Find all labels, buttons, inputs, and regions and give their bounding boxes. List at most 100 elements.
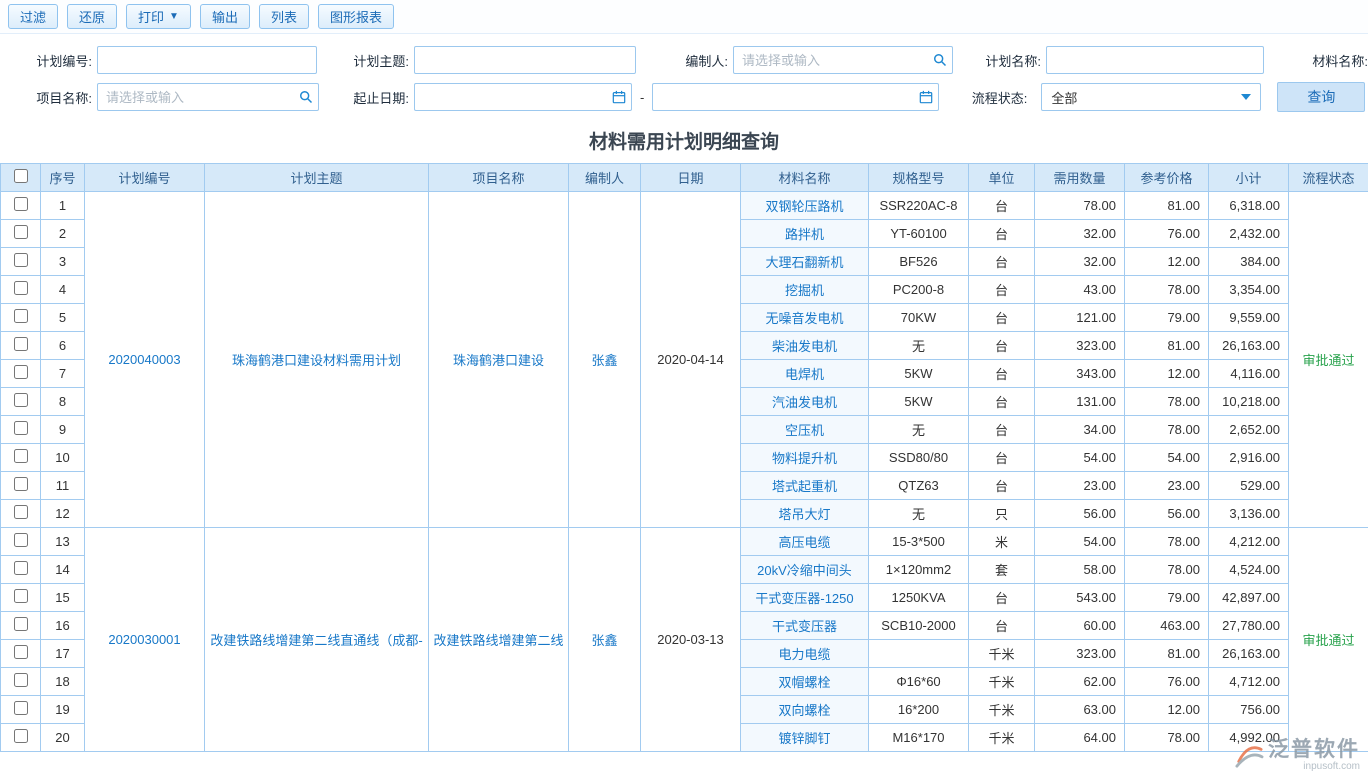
subtotal: 4,712.00	[1209, 668, 1289, 696]
material-name-link[interactable]: 镀锌脚钉	[741, 724, 869, 752]
row-select-cell	[1, 388, 41, 416]
plan-subject-label: 计划主题:	[343, 51, 409, 70]
row-checkbox[interactable]	[14, 253, 28, 267]
calendar-icon[interactable]	[607, 90, 631, 104]
row-checkbox[interactable]	[14, 449, 28, 463]
table-header-row: 序号 计划编号 计划主题 项目名称 编制人 日期 材料名称 规格型号 单位 需用…	[1, 164, 1368, 192]
query-button[interactable]: 查询	[1277, 82, 1365, 112]
reference-price: 78.00	[1125, 416, 1209, 444]
material-name-link[interactable]: 电焊机	[741, 360, 869, 388]
end-date-input[interactable]	[653, 84, 914, 110]
spec-model: PC200-8	[869, 276, 969, 304]
required-qty: 32.00	[1035, 248, 1125, 276]
filter-button[interactable]: 过滤	[8, 4, 58, 29]
search-icon[interactable]	[294, 90, 318, 104]
subtotal: 26,163.00	[1209, 640, 1289, 668]
material-name-link[interactable]: 双钢轮压路机	[741, 192, 869, 220]
row-checkbox[interactable]	[14, 393, 28, 407]
row-checkbox[interactable]	[14, 337, 28, 351]
material-name-link[interactable]: 高压电缆	[741, 528, 869, 556]
project-name-link[interactable]: 改建铁路线增建第二线	[429, 528, 569, 752]
calendar-icon[interactable]	[914, 90, 938, 104]
row-checkbox[interactable]	[14, 645, 28, 659]
subtotal: 529.00	[1209, 472, 1289, 500]
compiler-link[interactable]: 张鑫	[569, 192, 641, 528]
col-header-qty: 需用数量	[1035, 164, 1125, 192]
start-date-input[interactable]	[415, 84, 607, 110]
row-number: 7	[41, 360, 85, 388]
search-icon[interactable]	[928, 53, 952, 67]
flow-status: 审批通过	[1289, 528, 1368, 752]
print-button[interactable]: 打印▼	[126, 4, 191, 29]
plan-subject-link[interactable]: 改建铁路线增建第二线直通线（成都-	[205, 528, 429, 752]
material-name-link[interactable]: 空压机	[741, 416, 869, 444]
chevron-down-icon: ▼	[169, 12, 179, 22]
material-name-link[interactable]: 汽油发电机	[741, 388, 869, 416]
row-checkbox[interactable]	[14, 505, 28, 519]
material-name-link[interactable]: 塔式起重机	[741, 472, 869, 500]
graph-report-button[interactable]: 图形报表	[318, 4, 394, 29]
spec-model: 无	[869, 500, 969, 528]
material-name-link[interactable]: 物料提升机	[741, 444, 869, 472]
compiler-input[interactable]	[734, 47, 928, 73]
material-name-link[interactable]: 塔吊大灯	[741, 500, 869, 528]
row-checkbox[interactable]	[14, 729, 28, 743]
material-name-link[interactable]: 无噪音发电机	[741, 304, 869, 332]
col-header-material-name: 材料名称	[741, 164, 869, 192]
row-select-cell	[1, 556, 41, 584]
material-name-link[interactable]: 双向螺栓	[741, 696, 869, 724]
row-checkbox[interactable]	[14, 309, 28, 323]
unit: 台	[969, 444, 1035, 472]
row-select-cell	[1, 472, 41, 500]
plan-no-input[interactable]	[98, 47, 316, 73]
required-qty: 32.00	[1035, 220, 1125, 248]
subtotal: 6,318.00	[1209, 192, 1289, 220]
row-select-cell	[1, 612, 41, 640]
row-checkbox[interactable]	[14, 225, 28, 239]
project-name-link[interactable]: 珠海鹤港口建设	[429, 192, 569, 528]
row-checkbox[interactable]	[14, 561, 28, 575]
material-name-link[interactable]: 路拌机	[741, 220, 869, 248]
material-name-link[interactable]: 大理石翻新机	[741, 248, 869, 276]
reference-price: 78.00	[1125, 276, 1209, 304]
select-all-checkbox[interactable]	[14, 169, 28, 183]
material-name-link[interactable]: 20kV冷缩中间头	[741, 556, 869, 584]
flow-status-select[interactable]: 全部	[1041, 83, 1261, 111]
required-qty: 543.00	[1035, 584, 1125, 612]
material-name-link[interactable]: 电力电缆	[741, 640, 869, 668]
unit: 套	[969, 556, 1035, 584]
row-number: 8	[41, 388, 85, 416]
row-checkbox[interactable]	[14, 281, 28, 295]
row-checkbox[interactable]	[14, 701, 28, 715]
required-qty: 23.00	[1035, 472, 1125, 500]
row-checkbox[interactable]	[14, 421, 28, 435]
subtotal: 3,354.00	[1209, 276, 1289, 304]
material-name-link[interactable]: 干式变压器	[741, 612, 869, 640]
row-checkbox[interactable]	[14, 197, 28, 211]
plan-no-link[interactable]: 2020030001	[85, 528, 205, 752]
project-name-input[interactable]	[98, 84, 294, 110]
plan-name-input[interactable]	[1047, 47, 1263, 73]
row-checkbox[interactable]	[14, 533, 28, 547]
plan-subject-link[interactable]: 珠海鹤港口建设材料需用计划	[205, 192, 429, 528]
row-checkbox[interactable]	[14, 617, 28, 631]
material-name-link[interactable]: 挖掘机	[741, 276, 869, 304]
export-button[interactable]: 输出	[200, 4, 250, 29]
reference-price: 463.00	[1125, 612, 1209, 640]
row-checkbox[interactable]	[14, 589, 28, 603]
plan-name-label: 计划名称:	[975, 51, 1041, 70]
plan-subject-input[interactable]	[415, 47, 635, 73]
restore-button[interactable]: 还原	[67, 4, 117, 29]
unit: 台	[969, 388, 1035, 416]
reference-price: 78.00	[1125, 556, 1209, 584]
col-header-project-name: 项目名称	[429, 164, 569, 192]
row-checkbox[interactable]	[14, 365, 28, 379]
material-name-link[interactable]: 干式变压器-1250	[741, 584, 869, 612]
material-name-link[interactable]: 双帽螺栓	[741, 668, 869, 696]
compiler-link[interactable]: 张鑫	[569, 528, 641, 752]
row-checkbox[interactable]	[14, 673, 28, 687]
row-checkbox[interactable]	[14, 477, 28, 491]
list-button[interactable]: 列表	[259, 4, 309, 29]
material-name-link[interactable]: 柴油发电机	[741, 332, 869, 360]
plan-no-link[interactable]: 2020040003	[85, 192, 205, 528]
